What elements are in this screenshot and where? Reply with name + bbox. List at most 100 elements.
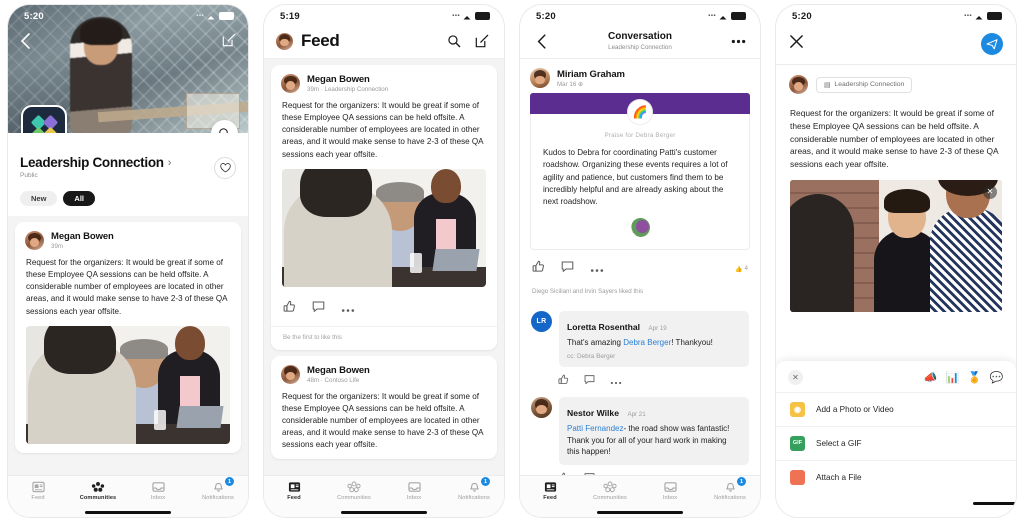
close-x-icon[interactable] [789, 34, 804, 54]
community-header: Leadership Connection › Public [8, 133, 248, 187]
status-indicators: ▪▪▪ [196, 12, 234, 20]
composer-body[interactable]: ▤ Leadership Connection Request for the … [776, 65, 1016, 517]
thread-date-text: Mar 16 [557, 80, 577, 88]
back-button[interactable] [532, 31, 552, 51]
mention-link[interactable]: Debra Berger [623, 338, 671, 347]
announcement-icon[interactable]: 📣 [923, 370, 938, 385]
bottom-tab-bar: Feed Communities Inbox 1 Notifications [8, 475, 248, 517]
avatar[interactable] [789, 75, 808, 94]
post-author: Megan Bowen [307, 74, 370, 85]
back-button[interactable] [20, 33, 31, 54]
post-image[interactable] [26, 325, 230, 444]
communities-icon [603, 480, 618, 493]
home-indicator [597, 510, 683, 514]
avatar[interactable] [281, 74, 300, 93]
conversation-body[interactable]: Miriam Graham Mar 16 ⊕ 🌈 Praise for Debr… [520, 59, 760, 475]
comment-icon[interactable] [312, 300, 325, 318]
status-indicators: ▪▪▪ [452, 12, 490, 20]
post-header: Megan Bowen 39m · Leadership Connection [271, 65, 497, 98]
post-card: Megan Bowen 39m · Leadership Connection … [271, 65, 497, 350]
page-subtitle: Leadership Connection [608, 44, 672, 51]
send-button[interactable] [981, 33, 1003, 55]
more-horizontal-icon[interactable] [341, 300, 355, 318]
community-logo [21, 105, 67, 133]
post-image[interactable] [282, 168, 486, 287]
sheet-header: ✕ 📣 📊 🏅 💬 [776, 361, 1016, 392]
more-horizontal-icon[interactable] [590, 260, 604, 278]
post-meta: 39m · Leadership Connection [307, 86, 389, 93]
compose-icon[interactable] [472, 31, 492, 51]
filter-chip-new[interactable]: New [20, 191, 58, 206]
thumbs-up-icon[interactable] [532, 260, 545, 278]
sheet-item-select-gif[interactable]: GIF Select a GIF [776, 425, 1016, 460]
comment-icon[interactable] [584, 372, 595, 390]
battery-icon [731, 12, 746, 20]
feed-list[interactable]: Megan Bowen 39m · Leadership Connection … [264, 59, 504, 475]
more-horizontal-icon[interactable] [610, 372, 622, 390]
filter-chip-all[interactable]: All [63, 191, 96, 206]
thumbs-up-icon[interactable] [283, 300, 296, 318]
praise-recipient: Praise for Debra Berger [604, 132, 676, 139]
reaction-count[interactable]: 👍 4 [735, 266, 748, 273]
notification-badge: 1 [481, 477, 490, 486]
mention-link[interactable]: Patti Fernandez [567, 424, 623, 433]
tab-notifications[interactable]: 1 Notifications [444, 477, 504, 501]
status-bar: 5:20 ▪▪▪ [776, 5, 1016, 27]
tab-communities[interactable]: Communities [324, 480, 384, 501]
battery-icon [475, 12, 490, 20]
composer-attached-image[interactable]: ✕ [790, 179, 1002, 312]
more-horizontal-icon[interactable] [728, 31, 748, 51]
tab-feed[interactable]: Feed [264, 480, 324, 501]
avatar[interactable]: LR [531, 311, 552, 333]
status-time: 5:19 [280, 10, 300, 22]
reaction-icon: 👍 [735, 266, 743, 273]
tab-label: Inbox [150, 495, 166, 501]
sheet-item-add-photo[interactable]: ◉ Add a Photo or Video [776, 391, 1016, 426]
avatar[interactable] [281, 364, 300, 384]
favorite-heart-icon[interactable] [214, 157, 236, 179]
tab-communities[interactable]: Communities [68, 480, 128, 501]
tab-label: Communities [337, 495, 371, 501]
comment-text: That's amazing Debra Berger! Thankyou! [567, 337, 741, 349]
avatar[interactable] [25, 231, 44, 250]
quick-action-icons: 📣 📊 🏅 💬 [923, 370, 1004, 385]
community-feed[interactable]: Megan Bowen 39m Request for the organize… [8, 216, 248, 475]
tab-notifications[interactable]: 1 Notifications [188, 477, 248, 501]
gif-icon: GIF [790, 435, 805, 451]
question-icon[interactable]: 💬 [989, 370, 1004, 385]
image-glass [154, 409, 166, 430]
liked-by-text: Diego Siciliani and Irvin Sayers liked t… [520, 286, 760, 305]
thread-date: Mar 16 ⊕ [557, 81, 625, 88]
tab-notifications[interactable]: 1 Notifications [700, 477, 760, 501]
avatar[interactable] [276, 32, 293, 50]
edit-cover-icon[interactable] [222, 33, 236, 52]
file-icon [790, 469, 805, 485]
comment-icon[interactable] [561, 260, 574, 278]
reaction-count-value: 4 [744, 266, 748, 273]
screenshot-stage: 5:20 ▪▪▪ Leadership Connection › Public … [0, 0, 1024, 522]
tab-inbox[interactable]: Inbox [640, 480, 700, 501]
attachment-sheet: ✕ 📣 📊 🏅 💬 ◉ Add a Photo or Video GIF Sel… [776, 360, 1016, 517]
composer-text[interactable]: Request for the organizers: It would be … [776, 98, 1016, 180]
praise-icon[interactable]: 🏅 [967, 370, 982, 385]
group-selector-pill[interactable]: ▤ Leadership Connection [816, 76, 913, 93]
tab-communities[interactable]: Communities [580, 480, 640, 501]
tab-inbox[interactable]: Inbox [384, 480, 444, 501]
tab-inbox[interactable]: Inbox [128, 480, 188, 501]
remove-image-icon[interactable]: ✕ [983, 184, 997, 199]
notification-badge: 1 [225, 477, 234, 486]
feed-icon [31, 480, 46, 493]
tab-label: Inbox [406, 495, 422, 501]
avatar[interactable] [530, 68, 550, 88]
sheet-item-label: Select a GIF [816, 438, 862, 448]
close-x-icon[interactable]: ✕ [788, 369, 803, 385]
avatar[interactable] [531, 397, 552, 419]
tab-feed[interactable]: Feed [520, 480, 580, 501]
community-screen: 5:20 ▪▪▪ Leadership Connection › Public … [8, 5, 248, 517]
sheet-item-attach-file[interactable]: Attach a File [776, 459, 1016, 494]
tab-feed[interactable]: Feed [8, 480, 68, 501]
chevron-right-icon[interactable]: › [168, 157, 172, 169]
search-icon[interactable] [444, 31, 464, 51]
thumbs-up-icon[interactable] [558, 372, 569, 390]
poll-icon[interactable]: 📊 [945, 370, 960, 385]
